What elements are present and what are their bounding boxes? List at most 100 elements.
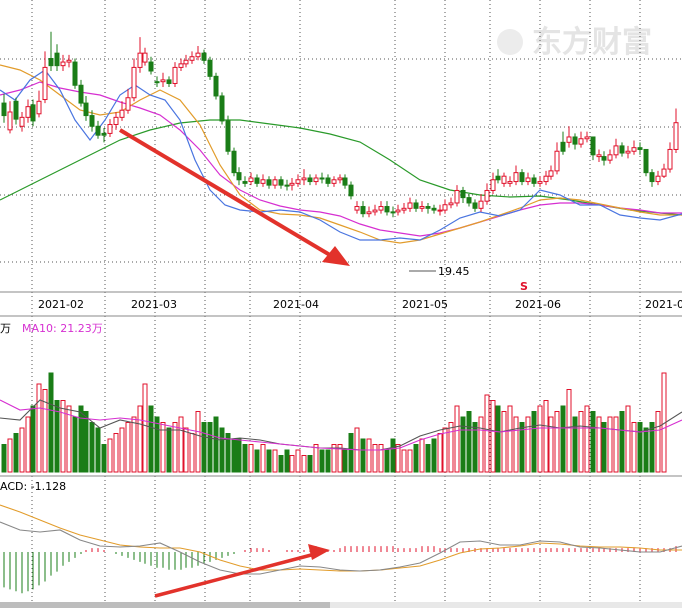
- volume-bar: [30, 405, 36, 473]
- volume-bar: [478, 416, 484, 473]
- candle-body: [448, 202, 454, 206]
- volume-bar: [425, 444, 431, 473]
- volume-bar: [407, 449, 413, 473]
- volume-bar: [525, 416, 531, 473]
- candle-body: [189, 56, 195, 61]
- candle: [655, 170, 661, 186]
- candle-body: [596, 154, 602, 158]
- candle-body: [236, 172, 242, 181]
- volume-bar: [495, 405, 501, 473]
- volume-bar: [360, 438, 366, 473]
- volume-bar: [19, 427, 25, 473]
- downtrend-arrow-head-icon: [322, 246, 350, 266]
- candle-body: [325, 177, 331, 184]
- candle: [448, 197, 454, 209]
- candle-body: [248, 177, 254, 183]
- candle-body: [254, 177, 260, 184]
- candle: [289, 177, 295, 191]
- downtrend-arrow: [118, 128, 350, 266]
- scrollbar[interactable]: [0, 602, 682, 608]
- volume-bar: [189, 433, 195, 473]
- grid: [0, 0, 682, 608]
- candle-body: [466, 197, 472, 204]
- volume-bar: [307, 455, 313, 473]
- candle: [1, 94, 7, 123]
- candle-body: [284, 184, 290, 187]
- candle: [472, 199, 478, 212]
- candle: [425, 202, 431, 214]
- volume-bar: [325, 449, 331, 473]
- volume-bar: [537, 405, 543, 473]
- candle: [490, 172, 496, 195]
- candle-body: [13, 100, 19, 120]
- candle: [284, 179, 290, 191]
- candle-body: [543, 175, 549, 183]
- candle-body: [266, 179, 272, 186]
- candle: [501, 172, 507, 187]
- volume-bar: [460, 416, 466, 473]
- volume-bar: [413, 444, 419, 473]
- candle: [454, 185, 460, 207]
- candle: [360, 201, 366, 218]
- candle: [384, 201, 390, 216]
- volume-bar: [348, 433, 354, 473]
- candle: [531, 174, 537, 187]
- candle-body: [625, 150, 631, 154]
- candle-body: [148, 61, 154, 72]
- volume-bar: [295, 449, 301, 473]
- candle-body: [142, 52, 148, 63]
- candle-body: [643, 148, 649, 174]
- candle: [596, 149, 602, 162]
- candle: [543, 170, 549, 186]
- candle-body: [401, 207, 407, 211]
- candle-body: [442, 204, 448, 211]
- event-marker-s: S: [520, 280, 528, 293]
- volume-bar: [319, 449, 325, 473]
- candle: [195, 46, 201, 61]
- candle: [413, 199, 419, 212]
- volume-bar: [154, 416, 160, 473]
- candle-body: [601, 156, 607, 161]
- candle: [348, 181, 354, 200]
- volume-bar: [142, 383, 148, 473]
- scrollbar-thumb[interactable]: [0, 602, 330, 608]
- low-price-label: 19.45: [438, 265, 470, 278]
- candle-body: [95, 125, 101, 136]
- volume-bar: [596, 416, 602, 473]
- candle: [166, 76, 172, 88]
- candle-body: [513, 172, 519, 183]
- volume-bar: [566, 389, 572, 473]
- volume-bar: [131, 416, 137, 473]
- watermark-text: 东方财富: [532, 25, 652, 60]
- candle: [254, 174, 260, 187]
- volume-bar: [25, 416, 31, 473]
- volume-bar: [437, 433, 443, 473]
- candle: [548, 165, 554, 180]
- candle-body: [548, 170, 554, 177]
- volume-bar: [278, 455, 284, 473]
- volume-bar: [431, 438, 437, 473]
- volume-bar: [266, 449, 272, 473]
- candle: [442, 199, 448, 214]
- candle: [437, 204, 443, 216]
- candle-body: [637, 147, 643, 150]
- volume-bar: [213, 416, 219, 473]
- volume-bar: [313, 444, 319, 473]
- candle-body: [1, 102, 7, 117]
- candle: [119, 101, 125, 121]
- candle: [566, 126, 572, 148]
- volume-bar: [442, 427, 448, 473]
- candle: [507, 176, 513, 187]
- candle-body: [431, 207, 437, 211]
- volume-bar: [260, 444, 266, 473]
- candle: [60, 54, 66, 71]
- volume-bar: [342, 449, 348, 473]
- dif-line: [0, 521, 682, 575]
- candle-body: [48, 58, 54, 67]
- candle-body: [137, 52, 143, 68]
- candle-body: [407, 202, 413, 209]
- volume-bar: [201, 422, 207, 473]
- candle: [572, 133, 578, 150]
- volume-bar: [284, 449, 290, 473]
- x-axis: 2021-02 2021-03 2021-04 2021-05 2021-06 …: [38, 298, 682, 311]
